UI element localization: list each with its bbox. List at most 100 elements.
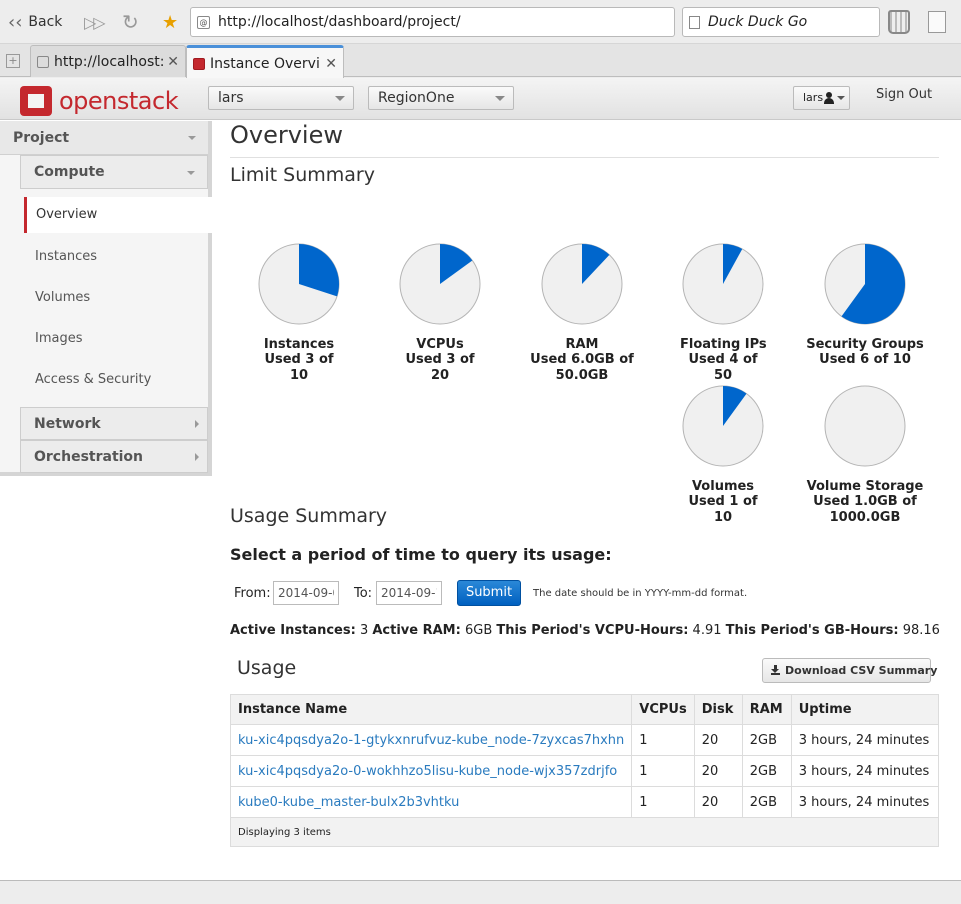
pie-label: Volumes [691,479,755,494]
tab-label: Instance Overvi... [210,55,322,72]
search-engine-label: Duck Duck Go [708,14,808,30]
limit-summary-title: Limit Summary [230,164,375,186]
address-bar[interactable]: @ http://localhost/dashboard/project/ [190,7,675,37]
pie-label: Instances [263,337,335,352]
active-ram-value: 6GB [464,623,493,638]
web-page: openstack lars RegionOne lars Sign Out P… [0,78,961,881]
download-csv-button[interactable]: Download CSV Summary [762,658,937,683]
column-header[interactable]: Instance Name [229,694,633,725]
table-row: kube0-kube_master-bulx2b3vhtku 1 20 2GB … [229,786,940,818]
usage-table: Instance Name VCPUs Disk RAM Uptime ku-x… [229,694,940,847]
openstack-favicon-icon [193,57,205,70]
from-label: From: [234,586,271,601]
pie-graphic [824,385,906,467]
reload-icon[interactable]: ↻ [122,8,139,36]
forward-button[interactable]: ▷▷ [84,8,106,36]
project-select[interactable]: lars [208,86,354,110]
limit-pie-chart: VCPUs Used 3 of 20 [397,243,483,384]
tab-label: http://localhost:... [54,53,163,70]
vcpu-hours-value: 4.91 [692,623,722,638]
close-icon[interactable]: ✕ [325,56,337,72]
from-date-input[interactable] [273,581,339,605]
pie-label: Volume Storage [806,479,924,494]
dashboard-header[interactable]: Project [0,121,208,155]
pie-label: Floating IPs [680,337,767,352]
pie-label: RAM [565,337,599,352]
panel-group-compute[interactable]: Compute [20,155,208,189]
back-button[interactable]: ‹‹ Back [8,8,62,36]
browser-tab-active[interactable]: Instance Overvi... ✕ [186,45,344,79]
pie-graphic [682,385,764,467]
instance-name-cell: kube0-kube_master-bulx2b3vhtku [229,786,633,818]
instance-link[interactable]: ku-xic4pqsdya2o-0-wokhhzo5lisu-kube_node… [238,764,617,779]
limit-pie-chart: Floating IPs Used 4 of 50 [680,243,767,384]
csv-button-label: Download CSV Summary [785,664,938,677]
topbar: openstack lars RegionOne lars Sign Out [0,78,961,120]
to-label: To: [354,586,373,601]
browser-tab[interactable]: http://localhost:... ✕ [30,45,186,77]
sidebar-item-volumes[interactable]: Volumes [24,280,212,316]
uptime-cell: 3 hours, 24 minutes [790,786,940,818]
user-menu[interactable]: lars [793,86,850,110]
active-instances-label: Active Instances: [230,623,356,638]
pie-usage-text: Used 6.0GB of 50.0GB [530,352,634,383]
logo-text: openstack [59,87,179,115]
download-icon [771,665,780,675]
bookmark-star-icon[interactable]: ★ [162,8,178,36]
pie-graphic [682,243,764,325]
sidebar-item-access-security[interactable]: Access & Security [24,362,212,398]
column-header[interactable]: VCPUs [631,694,695,725]
sidebar-item-overview[interactable]: Overview [24,197,212,233]
region-select[interactable]: RegionOne [368,86,514,110]
region-value: RegionOne [378,90,455,106]
sidebar-item-images[interactable]: Images [24,321,212,357]
pie-label: Security Groups [806,337,924,352]
pie-graphic [541,243,623,325]
caret-right-icon [195,453,199,461]
vcpus-cell: 1 [631,755,695,787]
submit-button[interactable]: Submit [457,580,521,606]
caret-down-icon [335,96,345,101]
instance-link[interactable]: kube0-kube_master-bulx2b3vhtku [238,795,459,810]
project-value: lars [218,90,244,106]
user-icon [824,92,834,104]
sidebar-item-instances[interactable]: Instances [24,239,212,275]
vcpus-cell: 1 [631,724,695,756]
page-title: Overview [230,121,939,158]
panel-group-label: Network [34,416,101,432]
column-header[interactable]: RAM [741,694,792,725]
view-source-icon[interactable] [928,11,946,33]
url-text: http://localhost/dashboard/project/ [218,14,461,30]
panel-group-network[interactable]: Network [20,407,208,440]
trash-icon[interactable] [888,10,910,34]
vcpus-cell: 1 [631,786,695,818]
column-header[interactable]: Uptime [790,694,940,725]
limit-pie-chart: Security Groups Used 6 of 10 [805,243,925,368]
pie-usage-text: Used 1.0GB of 1000.0GB [813,494,917,525]
openstack-logo-icon [20,86,52,116]
instance-link[interactable]: ku-xic4pqsdya2o-1-gtykxnrufvuz-kube_node… [238,733,624,748]
openstack-logo[interactable]: openstack [20,86,179,116]
pie-usage-text: Used 1 of 10 [688,494,758,525]
active-instances-value: 3 [359,623,369,638]
limit-pie-chart: Instances Used 3 of 10 [256,243,342,384]
close-icon[interactable]: ✕ [167,54,179,70]
panel-group-label: Orchestration [34,449,144,465]
column-header[interactable]: Disk [693,694,743,725]
uptime-cell: 3 hours, 24 minutes [790,755,940,787]
user-name: lars [803,91,824,104]
limit-pie-chart: Volume Storage Used 1.0GB of 1000.0GB [805,385,925,526]
instance-name-cell: ku-xic4pqsdya2o-1-gtykxnrufvuz-kube_node… [229,724,633,756]
pie-usage-text: Used 3 of 10 [264,352,334,383]
active-ram-label: Active RAM: [372,623,461,638]
panel-group-orchestration[interactable]: Orchestration [20,440,208,473]
sign-out-link[interactable]: Sign Out [876,87,932,102]
table-footer-count: Displaying 3 items [230,817,939,847]
new-tab-button[interactable]: + [6,54,20,68]
table-footer-row: Displaying 3 items [230,817,939,847]
limit-pie-chart: Volumes Used 1 of 10 [680,385,766,526]
to-date-input[interactable] [376,581,442,605]
status-bar [0,882,961,904]
search-bar[interactable]: Duck Duck Go [682,7,880,37]
gb-hours-value: 98.16 [902,623,940,638]
